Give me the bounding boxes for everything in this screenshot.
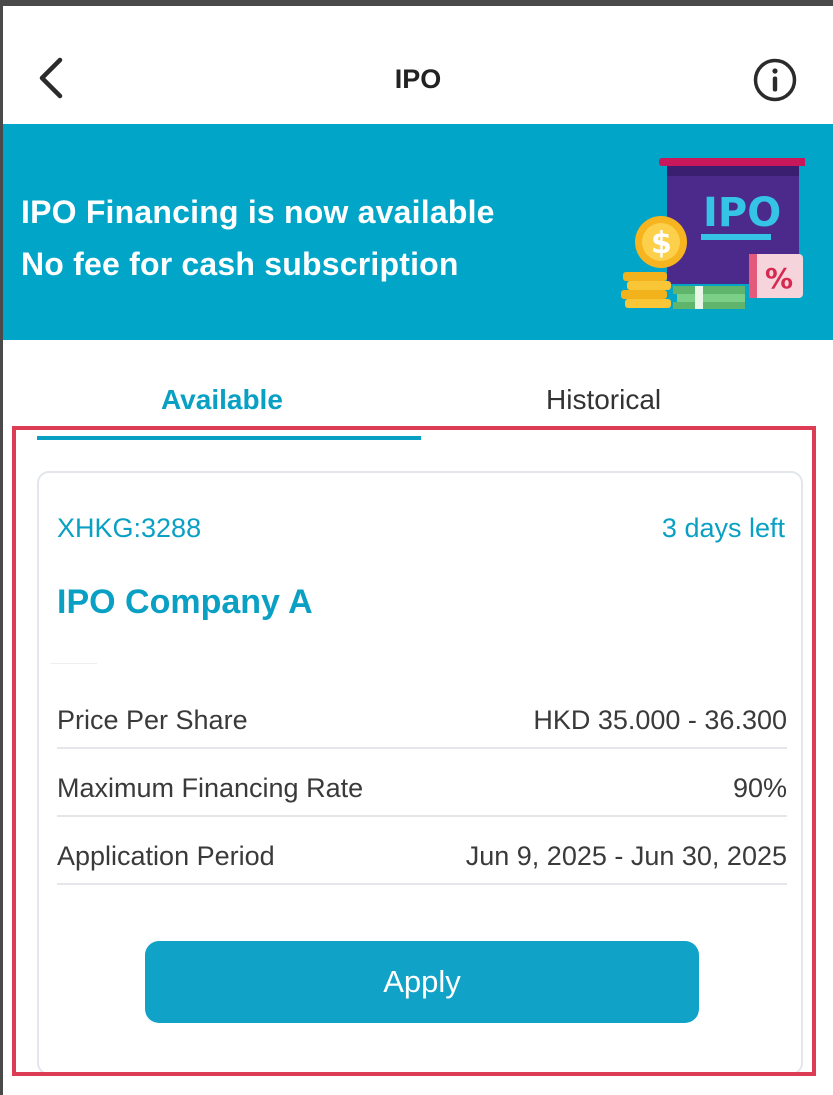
company-name: IPO Company A — [57, 583, 313, 621]
apply-button[interactable]: Apply — [145, 941, 699, 1023]
ipo-illustration-icon: IPO % $ — [621, 158, 805, 309]
ipo-screen: IPO IPO Financing is now available No fe… — [3, 6, 833, 1095]
ipo-art-text: IPO — [703, 190, 781, 236]
detail-value: HKD 35.000 - 36.300 — [533, 705, 787, 735]
tab-available[interactable]: Available — [161, 384, 283, 416]
ipo-card[interactable]: XHKG:3288 3 days left IPO Company A Pric… — [37, 471, 803, 1075]
detail-value: Jun 9, 2025 - Jun 30, 2025 — [465, 841, 787, 871]
top-bar: IPO — [3, 6, 833, 124]
banner-headline: IPO Financing is now available — [21, 194, 495, 230]
active-tab-indicator — [37, 436, 421, 440]
detail-label: Price Per Share — [57, 705, 248, 735]
detail-value: 90% — [732, 773, 787, 803]
divider — [51, 663, 97, 664]
svg-text:$: $ — [651, 226, 672, 261]
ipo-tabs: Available Historical — [3, 340, 833, 440]
info-button[interactable] — [751, 56, 799, 104]
days-left-badge: 3 days left — [661, 513, 785, 543]
page-title: IPO — [394, 64, 442, 94]
promo-banner[interactable]: IPO Financing is now available No fee fo… — [3, 124, 833, 340]
ticker-symbol: XHKG:3288 — [57, 513, 202, 543]
detail-row-price: Price Per Share HKD 35.000 - 36.300 — [57, 681, 787, 749]
detail-row-financing-rate: Maximum Financing Rate 90% — [57, 749, 787, 817]
tab-historical[interactable]: Historical — [546, 384, 661, 416]
detail-row-application-period: Application Period Jun 9, 2025 - Jun 30,… — [57, 817, 787, 885]
ipo-details: Price Per Share HKD 35.000 - 36.300 Maxi… — [57, 681, 787, 885]
banner-subline: No fee for cash subscription — [21, 246, 459, 282]
percent-badge-text: % — [765, 262, 793, 295]
detail-label: Application Period — [57, 841, 275, 871]
info-icon — [753, 58, 797, 102]
detail-label: Maximum Financing Rate — [57, 773, 364, 803]
